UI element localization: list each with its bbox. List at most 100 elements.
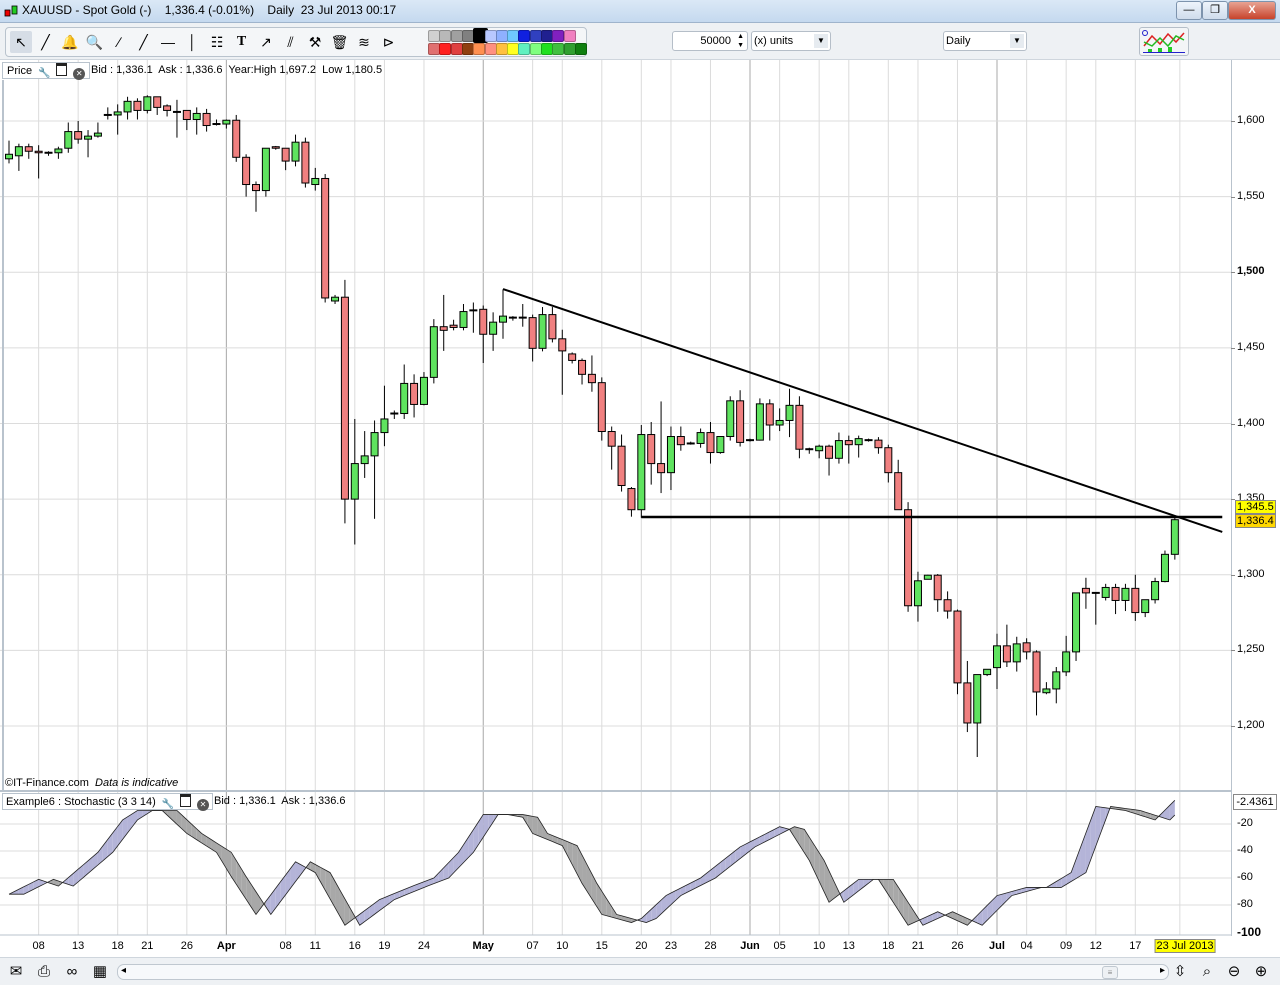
candle[interactable] bbox=[528, 314, 537, 362]
candle[interactable] bbox=[617, 434, 626, 492]
candle[interactable] bbox=[657, 401, 666, 494]
candle[interactable] bbox=[864, 438, 873, 442]
candle[interactable] bbox=[1002, 624, 1011, 668]
candle[interactable] bbox=[1032, 650, 1041, 716]
candle[interactable] bbox=[14, 143, 23, 171]
candle[interactable] bbox=[904, 502, 913, 612]
window-icon[interactable] bbox=[56, 63, 68, 76]
candle[interactable] bbox=[380, 385, 389, 447]
candle[interactable] bbox=[706, 421, 715, 464]
candle[interactable] bbox=[469, 302, 478, 333]
candle[interactable] bbox=[212, 119, 221, 126]
candle[interactable] bbox=[271, 145, 280, 150]
candle[interactable] bbox=[1052, 667, 1061, 704]
candle[interactable] bbox=[716, 436, 725, 454]
candle[interactable] bbox=[370, 420, 379, 519]
candle[interactable] bbox=[143, 95, 152, 114]
close-pane-icon[interactable]: ✕ bbox=[73, 68, 86, 80]
candle[interactable] bbox=[291, 134, 300, 167]
print-icon[interactable]: ⎙ bbox=[34, 962, 54, 982]
candle[interactable] bbox=[64, 122, 73, 153]
candle[interactable] bbox=[1160, 550, 1169, 583]
candle[interactable] bbox=[943, 591, 952, 619]
candle[interactable] bbox=[637, 425, 646, 518]
candle[interactable] bbox=[578, 358, 587, 385]
candle[interactable] bbox=[54, 146, 63, 159]
candle[interactable] bbox=[449, 319, 458, 331]
candle[interactable] bbox=[1151, 577, 1160, 604]
zoom-out-icon[interactable]: ⊖ bbox=[1224, 962, 1244, 982]
candle[interactable] bbox=[459, 304, 468, 331]
candle[interactable] bbox=[676, 426, 685, 451]
candle[interactable] bbox=[538, 307, 547, 352]
candle[interactable] bbox=[261, 147, 270, 197]
candle[interactable] bbox=[993, 633, 1001, 689]
candle[interactable] bbox=[5, 140, 13, 164]
candle[interactable] bbox=[93, 122, 102, 138]
candle[interactable] bbox=[439, 294, 448, 351]
candle[interactable] bbox=[103, 107, 112, 120]
candle[interactable] bbox=[775, 408, 784, 432]
candle[interactable] bbox=[518, 304, 527, 327]
candle[interactable] bbox=[825, 444, 834, 476]
candle[interactable] bbox=[597, 377, 606, 441]
candle[interactable] bbox=[479, 305, 488, 363]
candle[interactable] bbox=[894, 459, 903, 511]
wrench-icon[interactable]: 🔧 bbox=[38, 68, 50, 80]
candle[interactable] bbox=[301, 137, 310, 188]
candle[interactable] bbox=[113, 104, 122, 135]
candle[interactable] bbox=[1131, 574, 1140, 621]
candle[interactable] bbox=[647, 421, 656, 485]
candle[interactable] bbox=[568, 352, 577, 364]
candle[interactable] bbox=[963, 660, 972, 733]
candle[interactable] bbox=[429, 319, 438, 384]
zoom-fit-icon[interactable]: ⌕ bbox=[1197, 962, 1217, 982]
candle[interactable] bbox=[84, 130, 93, 158]
candle[interactable] bbox=[933, 573, 942, 612]
candle[interactable] bbox=[281, 147, 290, 171]
candle[interactable] bbox=[360, 431, 369, 478]
candle[interactable] bbox=[172, 99, 181, 138]
scroll-left-icon[interactable]: ◂ bbox=[121, 965, 126, 976]
candle[interactable] bbox=[390, 410, 399, 419]
candle[interactable] bbox=[834, 432, 843, 464]
candle[interactable] bbox=[1012, 636, 1021, 672]
link-icon[interactable]: ∞ bbox=[62, 962, 82, 982]
candle[interactable] bbox=[182, 109, 191, 131]
candle[interactable] bbox=[1062, 635, 1071, 677]
candle[interactable] bbox=[222, 119, 231, 129]
candle[interactable] bbox=[1121, 583, 1130, 612]
candle[interactable] bbox=[153, 96, 162, 115]
candle[interactable] bbox=[311, 167, 320, 191]
candle[interactable] bbox=[1101, 583, 1110, 601]
candle[interactable] bbox=[123, 96, 132, 120]
candle[interactable] bbox=[202, 108, 211, 132]
close-pane-icon[interactable]: ✕ bbox=[196, 799, 209, 811]
candle[interactable] bbox=[331, 294, 340, 305]
candle[interactable] bbox=[973, 674, 982, 758]
candle[interactable] bbox=[548, 307, 557, 343]
candle[interactable] bbox=[686, 441, 695, 445]
candle[interactable] bbox=[1081, 577, 1090, 609]
candle[interactable] bbox=[746, 438, 754, 442]
candle[interactable] bbox=[242, 154, 251, 197]
candle[interactable] bbox=[913, 571, 922, 622]
candle[interactable] bbox=[508, 316, 517, 321]
candle[interactable] bbox=[34, 145, 43, 179]
candle[interactable] bbox=[726, 396, 735, 441]
candle[interactable] bbox=[983, 668, 992, 677]
candle[interactable] bbox=[419, 372, 428, 406]
candle[interactable] bbox=[133, 98, 142, 120]
candle[interactable] bbox=[607, 426, 616, 470]
candle[interactable] bbox=[587, 355, 596, 392]
candle[interactable] bbox=[795, 396, 804, 459]
candle[interactable] bbox=[923, 574, 932, 580]
candle[interactable] bbox=[350, 418, 359, 545]
candle[interactable] bbox=[499, 289, 507, 339]
candle[interactable] bbox=[666, 426, 675, 491]
candle[interactable] bbox=[874, 437, 883, 454]
candle[interactable] bbox=[627, 487, 636, 517]
candle[interactable] bbox=[489, 312, 498, 351]
candle[interactable] bbox=[765, 399, 774, 441]
candle[interactable] bbox=[1141, 599, 1150, 618]
